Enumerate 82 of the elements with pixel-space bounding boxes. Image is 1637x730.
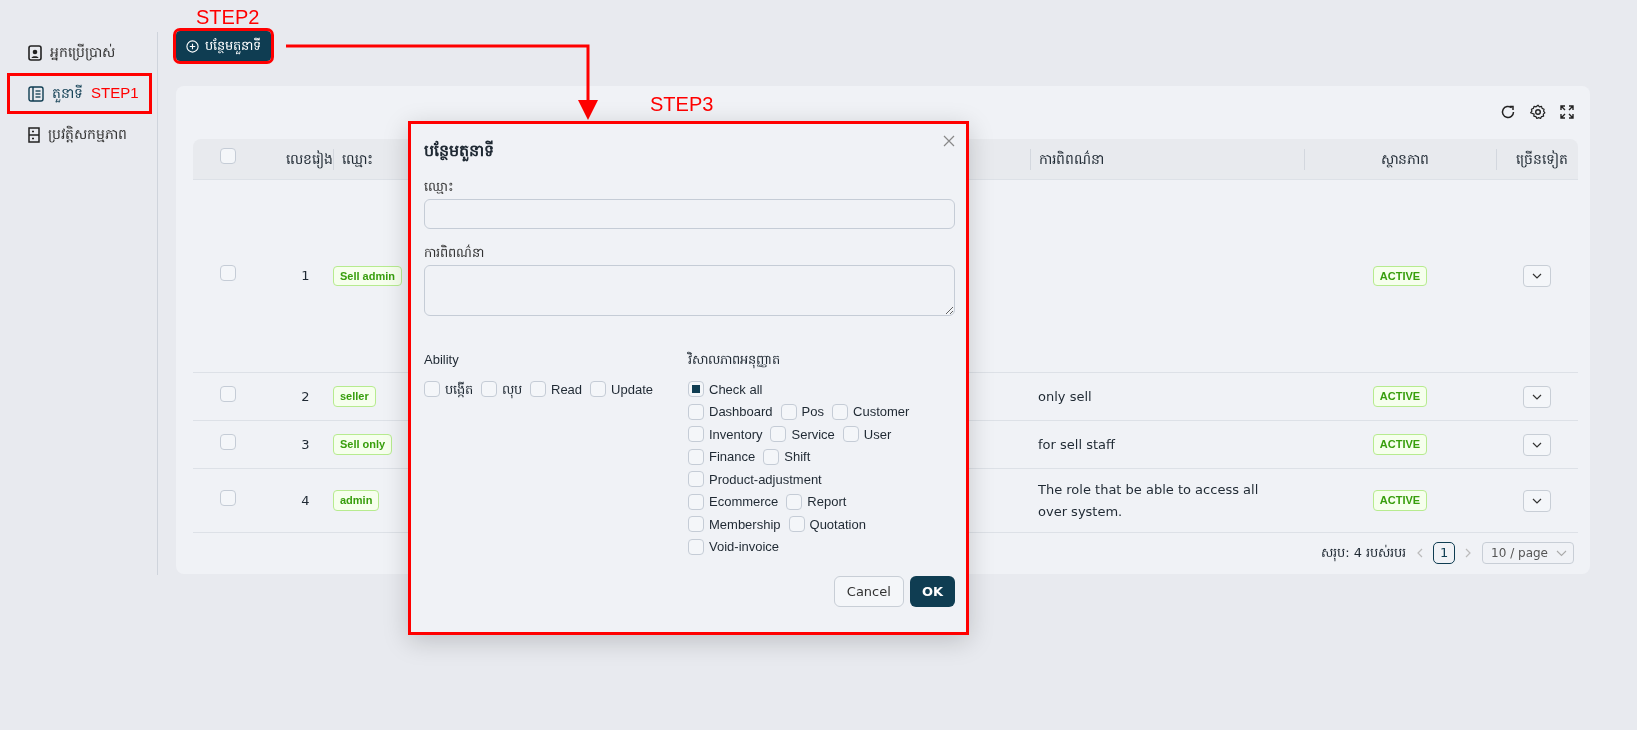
chevron-down-icon <box>1556 549 1567 557</box>
description-text: for sell staff <box>1038 436 1115 452</box>
page-size-select[interactable]: 10 / page <box>1482 542 1574 564</box>
description-field[interactable] <box>424 265 955 316</box>
permission-checkbox[interactable]: Shift <box>763 445 811 468</box>
permission-checkbox[interactable]: Inventory <box>688 423 763 446</box>
column-header: ឈ្មោះ <box>342 150 373 167</box>
permission-checkbox[interactable]: Dashboard <box>688 400 773 423</box>
column-header: លេខរៀង <box>286 150 333 167</box>
row-checkbox[interactable] <box>220 489 236 506</box>
cancel-button[interactable]: Cancel <box>833 576 904 607</box>
permission-checkbox[interactable]: Membership <box>688 513 781 536</box>
ok-button[interactable]: OK <box>909 576 955 607</box>
settings-icon[interactable] <box>1530 104 1546 120</box>
row-number: 2 <box>301 388 310 404</box>
name-field[interactable] <box>424 199 955 229</box>
row-checkbox[interactable] <box>220 265 236 282</box>
chevron-down-icon <box>1532 273 1542 279</box>
prev-page-icon[interactable] <box>1416 548 1424 558</box>
sidebar-item[interactable]: អ្នកប្រើប្រាស់ <box>0 32 158 73</box>
permission-checkbox[interactable]: Check all <box>688 378 763 401</box>
field-label: ឈ្មោះ <box>424 178 455 196</box>
cabinet-icon <box>28 126 40 143</box>
status-tag: ACTIVE <box>1372 490 1428 511</box>
description-text: The role that be able to access all over system. <box>1038 481 1259 519</box>
permission-checkbox[interactable]: Product-adjustment <box>688 468 822 491</box>
column-header: ស្ថានភាព <box>1380 150 1429 167</box>
description-text: only sell <box>1038 388 1092 404</box>
select-all-checkbox[interactable] <box>220 148 236 165</box>
role-tag: admin <box>333 490 380 511</box>
permission-checkbox[interactable]: Quotation <box>788 513 866 536</box>
step-label: STEP2 <box>196 6 260 28</box>
next-page-icon[interactable] <box>1465 548 1473 558</box>
total-count: សរុប: 4 របស់របរ <box>1321 544 1407 563</box>
ability-checkbox[interactable]: Read <box>530 378 583 401</box>
more-dropdown-button[interactable] <box>1523 265 1551 287</box>
permission-checkbox[interactable]: Finance <box>688 445 756 468</box>
section-label: វិសាលភាពអនុញ្ញាត <box>688 350 781 370</box>
page-button[interactable]: 1 <box>1433 542 1456 564</box>
status-tag: ACTIVE <box>1372 434 1428 455</box>
sidebar-item[interactable]: ប្រវត្តិសកម្មភាព <box>0 114 158 155</box>
more-dropdown-button[interactable] <box>1523 385 1551 408</box>
status-tag: ACTIVE <box>1372 386 1428 407</box>
chevron-down-icon <box>1532 497 1542 504</box>
ability-checkbox[interactable]: Update <box>590 378 653 401</box>
row-checkbox[interactable] <box>220 433 236 450</box>
fullscreen-icon[interactable] <box>1560 105 1574 119</box>
sidebar-item[interactable]: តួនាទី STEP1 <box>7 73 152 114</box>
permission-checkbox[interactable]: Service <box>770 423 835 446</box>
permission-checkbox[interactable]: Customer <box>832 400 910 423</box>
step-label: STEP1 <box>91 83 139 104</box>
permission-checkbox[interactable]: Report <box>786 490 847 513</box>
row-checkbox[interactable] <box>220 385 236 402</box>
role-tag: seller <box>333 386 376 407</box>
add-role-button[interactable]: បន្ថែមតួនាទី <box>176 31 271 61</box>
close-icon[interactable] <box>943 135 955 147</box>
row-number: 4 <box>301 492 310 508</box>
ability-checkbox[interactable]: លុប <box>481 378 522 401</box>
section-label: Ability <box>424 351 460 369</box>
permission-checkbox[interactable]: User <box>842 423 892 446</box>
list-icon <box>28 85 44 102</box>
id-badge-icon <box>28 44 42 61</box>
row-number: 3 <box>301 436 310 452</box>
reload-icon[interactable] <box>1500 104 1516 120</box>
row-number: 1 <box>301 268 310 284</box>
field-label: ការពិពណ៌នា <box>424 243 485 262</box>
permission-checkbox[interactable]: Ecommerce <box>688 490 779 513</box>
role-tag: Sell admin <box>333 265 403 287</box>
chevron-down-icon <box>1532 393 1542 400</box>
more-dropdown-button[interactable] <box>1523 489 1551 512</box>
step-label: STEP3 <box>650 92 714 117</box>
permission-checkbox[interactable]: Pos <box>780 400 824 423</box>
plus-circle-icon <box>186 39 199 53</box>
status-tag: ACTIVE <box>1372 265 1428 287</box>
ability-checkbox[interactable]: បង្កើត <box>424 378 473 401</box>
column-header: ច្រើនទៀត <box>1515 150 1568 167</box>
chevron-down-icon <box>1532 441 1542 448</box>
more-dropdown-button[interactable] <box>1523 433 1551 456</box>
role-tag: Sell only <box>333 434 393 455</box>
dialog-title: បន្ថែមតួនាទី <box>424 139 494 164</box>
column-header: ការពិពណ៌នា <box>1039 150 1104 167</box>
permission-checkbox[interactable]: Void-invoice <box>688 535 780 558</box>
